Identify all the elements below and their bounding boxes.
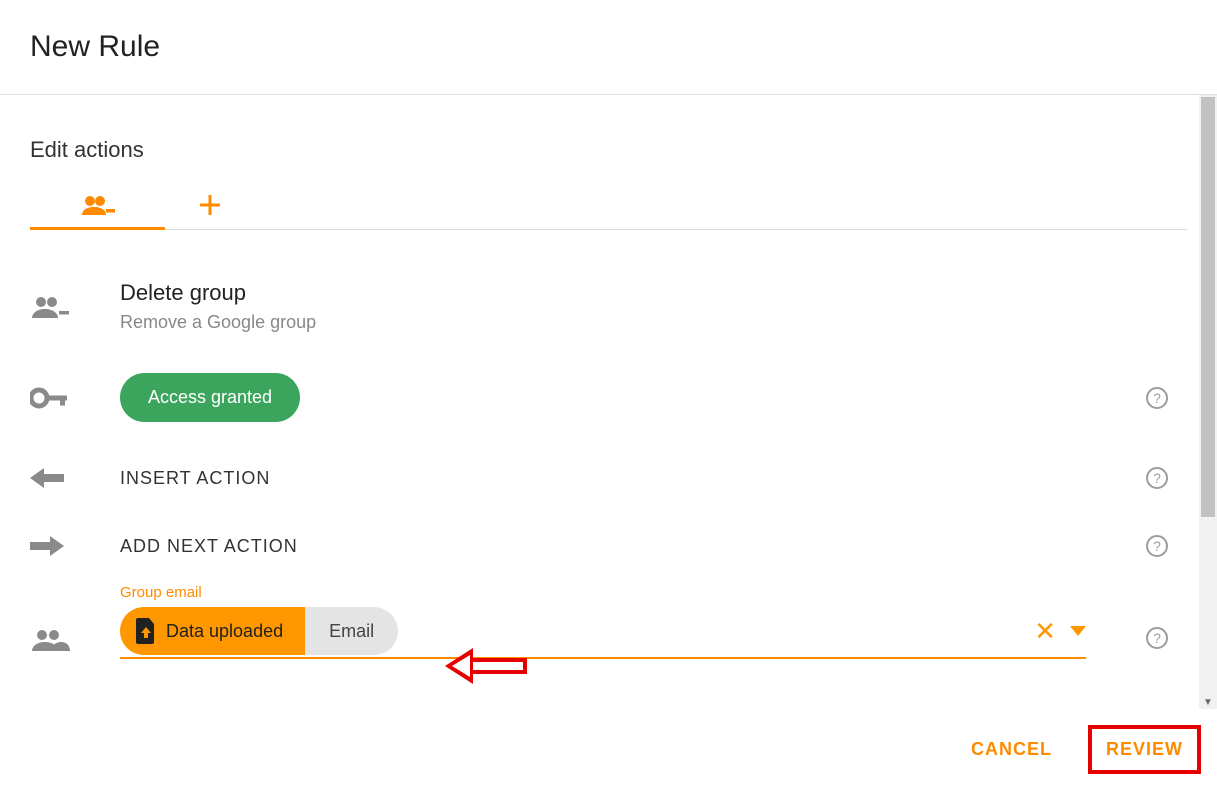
- insert-action-row[interactable]: INSERT ACTION ?: [30, 422, 1187, 490]
- add-next-action-label: ADD NEXT ACTION: [120, 536, 1127, 557]
- help-icon[interactable]: ?: [1146, 535, 1168, 557]
- group-remove-icon: [30, 294, 70, 320]
- section-title: Edit actions: [30, 95, 1187, 181]
- page-title: New Rule: [0, 0, 1217, 95]
- help-icon[interactable]: ?: [1146, 467, 1168, 489]
- tab-group-action[interactable]: [30, 181, 165, 229]
- dropdown-caret-icon[interactable]: [1070, 626, 1086, 636]
- insert-action-label: INSERT ACTION: [120, 468, 1127, 489]
- arrow-right-icon: [30, 534, 64, 558]
- group-email-row: Group email Data uploaded Email ✕: [30, 558, 1187, 659]
- arrow-left-icon: [30, 466, 64, 490]
- chip-email-suffix[interactable]: Email: [305, 607, 398, 655]
- add-next-action-row[interactable]: ADD NEXT ACTION ?: [30, 490, 1187, 558]
- group-remove-icon: [80, 193, 116, 217]
- help-icon[interactable]: ?: [1146, 627, 1168, 649]
- chip-data-uploaded[interactable]: Data uploaded: [120, 607, 305, 655]
- action-delete-group: Delete group Remove a Google group: [30, 230, 1187, 333]
- cancel-button[interactable]: CANCEL: [953, 725, 1070, 774]
- chip-label: Data uploaded: [166, 621, 283, 642]
- scrollbar-thumb[interactable]: [1201, 97, 1215, 517]
- key-icon: [30, 387, 70, 409]
- file-upload-icon: [136, 618, 156, 644]
- action-title: Delete group: [120, 280, 1187, 306]
- help-icon[interactable]: ?: [1146, 387, 1168, 409]
- group-icon: [30, 627, 70, 653]
- group-email-field-label: Group email: [120, 584, 1127, 601]
- tabs: [30, 181, 1187, 230]
- access-status-pill[interactable]: Access granted: [120, 373, 300, 422]
- footer: CANCEL REVIEW: [0, 711, 1215, 787]
- scrollbar[interactable]: ▲ ▼: [1199, 95, 1217, 709]
- action-subtitle: Remove a Google group: [120, 312, 1187, 333]
- annotation-arrow: [445, 648, 527, 684]
- clear-icon[interactable]: ✕: [1034, 616, 1056, 647]
- tab-add[interactable]: [165, 181, 255, 229]
- content-scroll-area: Edit actions: [0, 95, 1217, 709]
- review-button[interactable]: REVIEW: [1088, 725, 1201, 774]
- scrollbar-down-icon[interactable]: ▼: [1201, 695, 1215, 709]
- plus-icon: [200, 195, 220, 215]
- access-status-row: Access granted ?: [30, 333, 1187, 422]
- group-email-input[interactable]: Data uploaded Email ✕: [120, 607, 1086, 659]
